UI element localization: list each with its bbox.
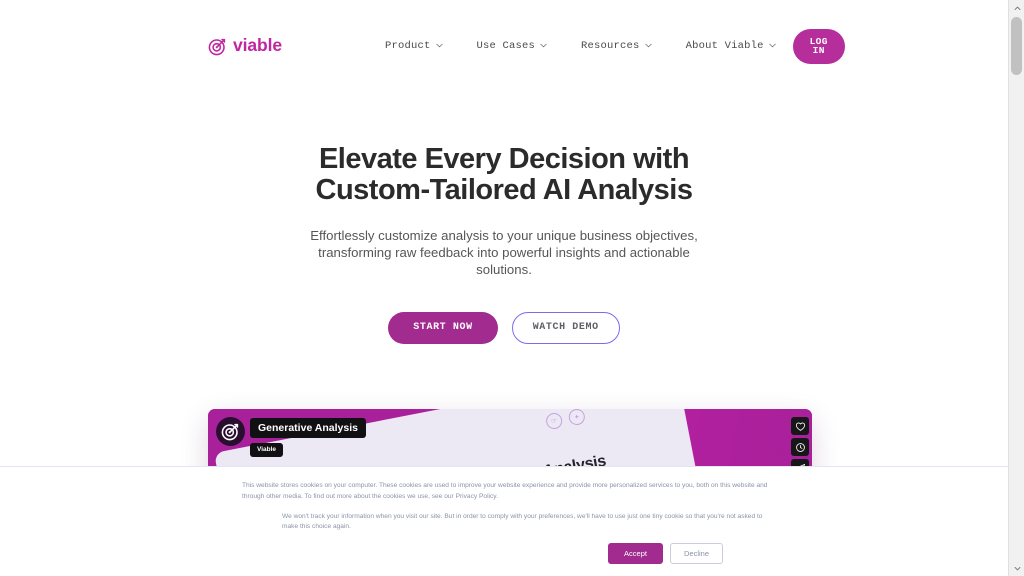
cookie-decline-button[interactable]: Decline bbox=[669, 543, 723, 564]
scroll-down-arrow-icon[interactable] bbox=[1009, 560, 1024, 576]
clock-icon[interactable] bbox=[791, 438, 809, 456]
nav-item-label: About Viable bbox=[685, 40, 764, 52]
target-bullseye-icon bbox=[208, 37, 227, 56]
cookie-accept-button[interactable]: Accept bbox=[608, 543, 663, 564]
brand-logo[interactable]: viable bbox=[208, 37, 282, 56]
hero-subtitle: Effortlessly customize analysis to your … bbox=[310, 227, 698, 278]
hero-title-line-1: Elevate Every Decision with bbox=[318, 143, 690, 175]
hand-pointer-icon: ☞ bbox=[544, 411, 564, 431]
hero-cta-group: START NOW WATCH DEMO bbox=[0, 311, 1008, 344]
cookie-paragraph-primary: This website stores cookies on your comp… bbox=[242, 482, 768, 500]
cookie-action-group: Accept Decline bbox=[242, 543, 768, 564]
site-header: viable Product Use Cases Resources About… bbox=[0, 0, 1008, 92]
chevron-down-icon bbox=[540, 42, 547, 49]
chevron-down-icon bbox=[435, 42, 443, 49]
nav-item-about-viable[interactable]: About Viable bbox=[669, 34, 793, 58]
scroll-up-arrow-icon[interactable] bbox=[1009, 0, 1024, 16]
chevron-down-icon bbox=[644, 42, 652, 49]
scrollbar-thumb[interactable] bbox=[1011, 17, 1022, 75]
nav-item-label: Product bbox=[385, 40, 431, 52]
cookie-consent-banner: This website stores cookies on your comp… bbox=[0, 466, 1008, 576]
demo-title-badge: Generative Analysis bbox=[250, 418, 366, 439]
login-button[interactable]: LOG IN bbox=[792, 28, 845, 64]
nav-item-use-cases[interactable]: Use Cases bbox=[460, 34, 565, 58]
nav-item-product[interactable]: Product bbox=[368, 34, 460, 58]
page-scrollbar[interactable] bbox=[1008, 0, 1024, 576]
page-title: Elevate Every Decision with Custom-Tailo… bbox=[294, 143, 714, 207]
demo-brand-badge: Viable bbox=[250, 443, 284, 457]
hero-title-line-2: Custom-Tailored AI Analysis bbox=[315, 174, 694, 207]
chevron-down-icon bbox=[768, 42, 776, 49]
page-viewport: viable Product Use Cases Resources About… bbox=[0, 0, 1008, 576]
brand-wordmark: viable bbox=[233, 35, 283, 56]
nav-item-label: Use Cases bbox=[476, 40, 536, 52]
watch-demo-button[interactable]: WATCH DEMO bbox=[511, 311, 620, 344]
demo-labels: Generative Analysis Viable bbox=[250, 418, 366, 457]
nav-item-label: Resources bbox=[581, 40, 640, 52]
start-now-button[interactable]: START NOW bbox=[388, 311, 498, 344]
demo-brand-avatar bbox=[216, 417, 245, 446]
cookie-paragraph-secondary: We won't track your information when you… bbox=[282, 512, 763, 531]
primary-navigation: Product Use Cases Resources About Viable bbox=[368, 34, 793, 58]
plus-icon: + bbox=[567, 409, 587, 427]
nav-item-resources[interactable]: Resources bbox=[564, 34, 669, 58]
hero-section: Elevate Every Decision with Custom-Tailo… bbox=[0, 92, 1008, 344]
heart-icon[interactable] bbox=[791, 417, 809, 435]
